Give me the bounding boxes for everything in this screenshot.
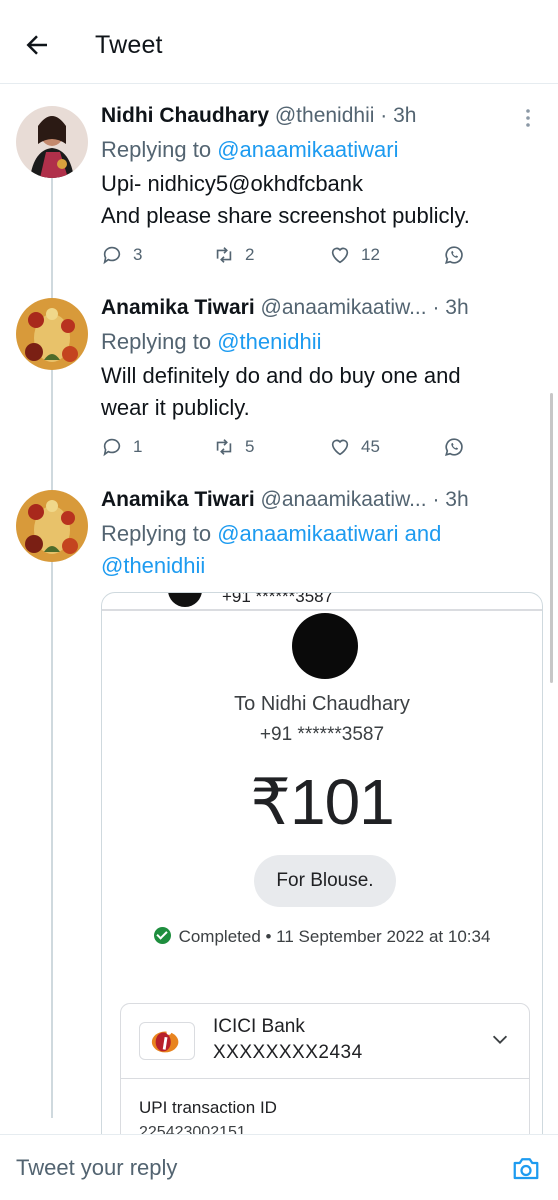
tweet-text-line: And please share screenshot publicly. bbox=[101, 203, 470, 228]
payee-name: To Nidhi Chaudhary bbox=[234, 693, 410, 715]
author-handle[interactable]: @anaamikaatiw... bbox=[261, 488, 427, 511]
tweet-header: Anamika Tiwari @anaamikaatiw... · 3h bbox=[101, 486, 538, 514]
tweet-text: Will definitely do and do buy one and we… bbox=[101, 360, 538, 424]
scrollbar[interactable] bbox=[550, 393, 553, 683]
cropped-avatar bbox=[168, 593, 202, 607]
separator-dot: · bbox=[432, 296, 440, 319]
reply-count: 1 bbox=[133, 437, 143, 456]
reply-composer bbox=[0, 1134, 558, 1200]
tweet-text-line: wear it publicly. bbox=[101, 395, 250, 420]
retweet-button[interactable]: 5 bbox=[213, 436, 254, 458]
bank-account: XXXXXXXX2434 bbox=[213, 1042, 363, 1063]
mention-link[interactable]: @anaamikaatiwari bbox=[217, 137, 398, 162]
payment-amount: ₹101 bbox=[250, 766, 395, 838]
timestamp: 3h bbox=[445, 488, 469, 511]
like-count: 12 bbox=[361, 245, 380, 264]
timestamp: 3h bbox=[445, 296, 469, 319]
cropped-phone: +91 ******3587 bbox=[222, 593, 334, 606]
tweet-media-image[interactable]: +91 ******3587 To Nidhi Chaudhary +91 **… bbox=[101, 592, 543, 1152]
mention-link[interactable]: @thenidhii bbox=[101, 553, 205, 578]
whatsapp-icon bbox=[445, 438, 463, 456]
mention-link[interactable]: @thenidhii bbox=[217, 329, 321, 354]
tweet-text: Upi- nidhicy5@okhdfcbank And please shar… bbox=[101, 168, 538, 232]
bank-details: ICICI Bank XXXXXXXX2434 UPI transaction … bbox=[120, 1003, 530, 1151]
replying-to-label: Replying to bbox=[101, 137, 212, 162]
reply-button[interactable]: 1 bbox=[101, 436, 142, 458]
replying-to: Replying to @anaamikaatiwari and @thenid… bbox=[101, 518, 538, 582]
tweet-content: Anamika Tiwari @anaamikaatiw... · 3h Rep… bbox=[101, 486, 538, 582]
like-icon bbox=[331, 439, 349, 456]
retweet-button[interactable]: 2 bbox=[213, 244, 254, 266]
retweet-count: 2 bbox=[245, 245, 255, 264]
tweet-text-line: Will definitely do and do buy one and bbox=[101, 363, 461, 388]
replying-to-label: Replying to bbox=[101, 521, 212, 546]
retweet-icon bbox=[216, 247, 232, 263]
reply-icon bbox=[103, 246, 121, 265]
mention-link[interactable]: @anaamikaatiwari bbox=[217, 521, 398, 546]
avatar[interactable] bbox=[16, 106, 88, 178]
retweet-icon bbox=[216, 439, 232, 455]
replying-and-others[interactable]: and bbox=[405, 521, 442, 546]
bank-name: ICICI Bank bbox=[213, 1016, 305, 1037]
payment-status-text: Completed • 11 September 2022 at 10:34 bbox=[178, 927, 491, 946]
like-button[interactable]: 12 bbox=[329, 244, 380, 266]
like-count: 45 bbox=[361, 437, 380, 456]
camera-icon[interactable] bbox=[511, 1153, 541, 1183]
check-circle-icon bbox=[153, 927, 171, 944]
separator-dot: · bbox=[432, 488, 440, 511]
page-title: Tweet bbox=[95, 31, 163, 59]
replying-to-label: Replying to bbox=[101, 329, 212, 354]
chevron-down-icon bbox=[492, 1035, 508, 1044]
payment-note: For Blouse. bbox=[254, 855, 396, 907]
author-name[interactable]: Nidhi Chaudhary bbox=[101, 104, 269, 127]
reply-count: 3 bbox=[133, 245, 143, 264]
avatar[interactable] bbox=[16, 490, 88, 562]
author-name[interactable]: Anamika Tiwari bbox=[101, 296, 255, 319]
retweet-count: 5 bbox=[245, 437, 255, 456]
author-name[interactable]: Anamika Tiwari bbox=[101, 488, 255, 511]
whatsapp-icon bbox=[445, 246, 463, 264]
replying-to: Replying to @thenidhii bbox=[101, 326, 538, 358]
reply-icon bbox=[103, 438, 121, 457]
tweet-text-line: Upi- nidhicy5@okhdfcbank bbox=[101, 171, 364, 196]
timestamp: 3h bbox=[393, 104, 417, 127]
tweet-actions: 3 2 12 bbox=[101, 244, 481, 272]
author-handle[interactable]: @anaamikaatiw... bbox=[261, 296, 427, 319]
share-whatsapp-button[interactable] bbox=[443, 436, 465, 458]
tweet-header: Nidhi Chaudhary @thenidhii · 3h bbox=[101, 102, 538, 130]
replying-to: Replying to @anaamikaatiwari bbox=[101, 134, 538, 166]
tweet-content: Anamika Tiwari @anaamikaatiw... · 3h Rep… bbox=[101, 294, 538, 424]
icici-logo-icon bbox=[139, 1022, 195, 1060]
reply-button[interactable]: 3 bbox=[101, 244, 142, 266]
back-arrow-icon[interactable] bbox=[22, 30, 52, 60]
separator-dot: · bbox=[380, 104, 388, 127]
tweet-header: Anamika Tiwari @anaamikaatiw... · 3h bbox=[101, 294, 538, 322]
tweet-actions: 1 5 45 bbox=[101, 436, 481, 464]
divider bbox=[121, 1078, 529, 1079]
top-app-bar: Tweet bbox=[0, 0, 558, 84]
payee-phone: +91 ******3587 bbox=[259, 724, 385, 745]
like-icon bbox=[331, 247, 349, 264]
share-whatsapp-button[interactable] bbox=[443, 244, 465, 266]
like-button[interactable]: 45 bbox=[329, 436, 380, 458]
upi-transaction-label: UPI transaction ID bbox=[139, 1098, 277, 1117]
avatar[interactable] bbox=[16, 298, 88, 370]
payee-avatar bbox=[292, 613, 358, 679]
tweet-content: Nidhi Chaudhary @thenidhii · 3h Replying… bbox=[101, 102, 538, 232]
cropped-header: +91 ******3587 bbox=[102, 593, 542, 611]
reply-input[interactable] bbox=[16, 1151, 496, 1185]
author-handle[interactable]: @thenidhii bbox=[275, 104, 375, 127]
payment-status: Completed • 11 September 2022 at 10:34 bbox=[102, 927, 542, 947]
